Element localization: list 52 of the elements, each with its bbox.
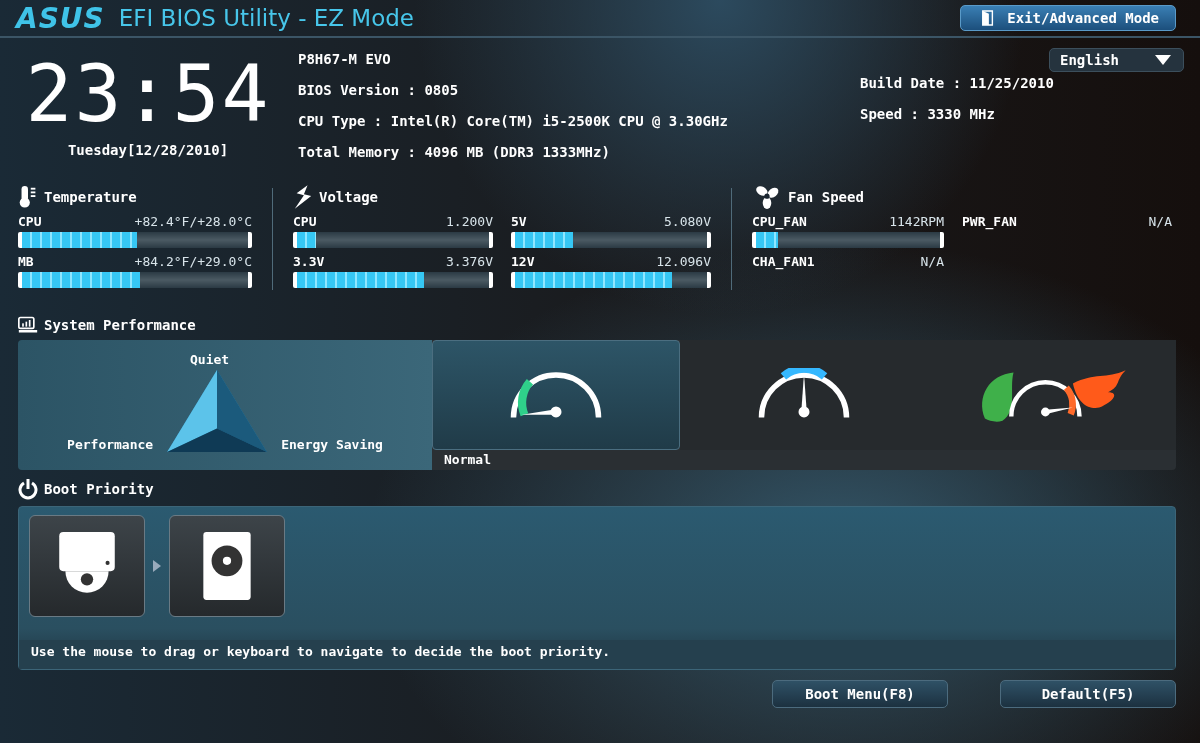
system-info-text: CPU Type : Intel(R) Core(TM) i5-2500K CPU @ 3.30GHz [298, 112, 729, 131]
lightning-icon [293, 185, 313, 209]
triangle-label: Quiet [190, 352, 230, 367]
language-dropdown[interactable]: English [1049, 48, 1184, 72]
clock-date: Tuesday[12/28/2010] [67, 142, 229, 158]
sensor-label: 3.3V [293, 254, 325, 270]
sensor-reading: +84.2°F/+29.0°C [134, 254, 252, 270]
performance-mode-button[interactable] [432, 340, 680, 450]
arrow-icon [153, 560, 161, 572]
sensor-label: PWR_FAN [962, 214, 1017, 230]
thermometer-icon [18, 185, 38, 209]
sensor-reading: 3.376V [446, 254, 493, 270]
sensor-reading: N/A [1148, 214, 1172, 230]
exit-advanced-mode-button[interactable]: Exit/Advanced Mode [960, 5, 1176, 31]
sensor-label: MB [18, 254, 34, 270]
footer-button[interactable]: Boot Menu(F8) [772, 680, 948, 708]
sensor-label: 5V [511, 214, 527, 230]
mode-caption: Normal [443, 451, 492, 469]
logo-text: ASUS [16, 1, 105, 35]
door-icon [981, 10, 996, 26]
sensor-reading: 1.200V [446, 214, 493, 230]
triangle-label: Performance [67, 437, 154, 452]
footer-button[interactable]: Default(F5) [1000, 680, 1176, 708]
sensor-label: CHA_FAN1 [752, 254, 815, 270]
system-info-text: P8H67-M EVO [298, 50, 392, 69]
caret-icon [1155, 55, 1171, 65]
system-info-text: Build Date : 11/25/2010 [860, 74, 1054, 93]
sensor-label: 12V [511, 254, 535, 270]
system-info-text: BIOS Version : 0805 [298, 81, 460, 100]
triangle-label: Energy Saving [281, 437, 383, 452]
sensor-label: CPU [293, 214, 317, 230]
window-title: EFI BIOS Utility - EZ Mode [118, 5, 415, 31]
boot-device-button[interactable] [29, 515, 145, 617]
section-title: Boot Priority [44, 481, 154, 497]
sensor-label: CPU [18, 214, 42, 230]
sensor-reading: N/A [920, 254, 944, 270]
sensor-reading: 12.096V [656, 254, 711, 270]
boot-hint-text: Use the mouse to drag or keyboard to navigate to decide the boot priority. [19, 640, 1175, 669]
sensor-reading: 5.080V [664, 214, 711, 230]
sensor-reading: +82.4°F/+28.0°C [134, 214, 252, 230]
section-title: Voltage [319, 189, 378, 205]
section-title: Temperature [44, 189, 137, 205]
section-title: Fan Speed [788, 189, 864, 205]
performance-mode-button[interactable] [680, 340, 928, 450]
boot-device-button[interactable] [169, 515, 285, 617]
sensor-label: CPU_FAN [752, 214, 807, 230]
section-title: System Performance [44, 317, 196, 333]
clock-time: 23:54 [25, 48, 271, 140]
system-info-text: Speed : 3330 MHz [860, 105, 995, 124]
sensor-reading: 1142RPM [889, 214, 944, 230]
system-info-text: Total Memory : 4096 MB (DDR3 1333MHz) [298, 143, 611, 162]
power-icon [18, 477, 38, 501]
